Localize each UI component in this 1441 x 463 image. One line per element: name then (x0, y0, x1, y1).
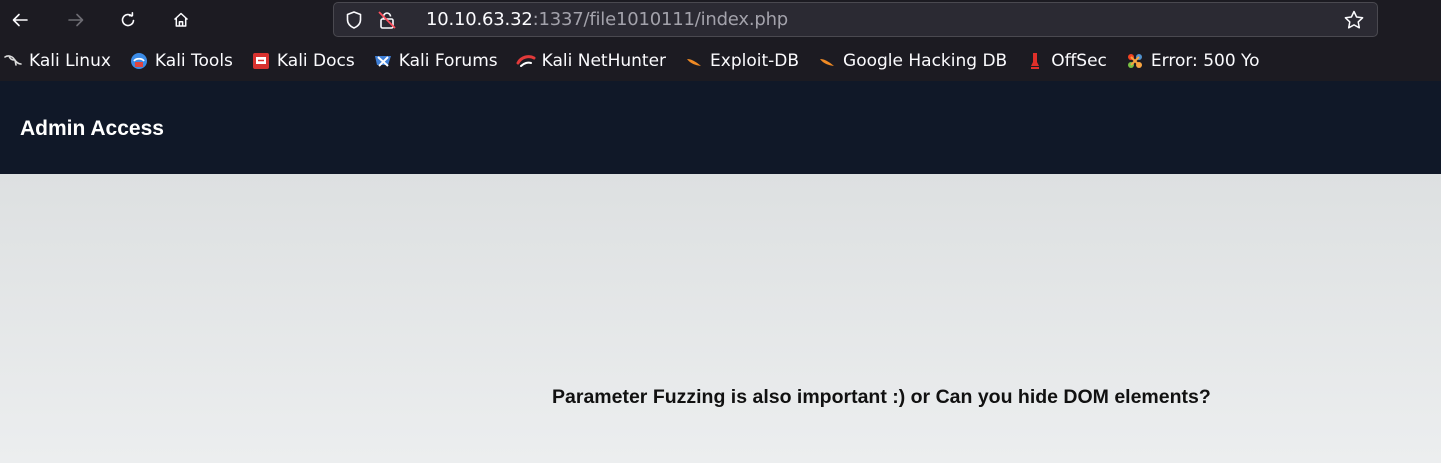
reload-button[interactable] (112, 4, 144, 36)
bookmark-kali-nethunter[interactable]: Kali NetHunter (516, 40, 666, 81)
shield-icon[interactable] (344, 10, 364, 30)
bookmark-label: Kali Docs (276, 50, 355, 71)
star-icon[interactable] (1343, 9, 1365, 31)
bookmark-error-500[interactable]: Error: 500 Yo (1125, 40, 1260, 81)
bookmark-kali-docs[interactable]: Kali Docs (251, 40, 355, 81)
joomla-icon (1125, 51, 1145, 71)
kali-docs-icon (251, 51, 271, 71)
page-title: Admin Access (20, 117, 164, 140)
hint-text: Parameter Fuzzing is also important :) o… (552, 386, 1211, 408)
bookmark-label: OffSec (1051, 50, 1107, 71)
kali-tools-icon (129, 51, 149, 71)
bookmark-label: Error: 500 Yo (1150, 50, 1260, 71)
bookmark-label: Exploit-DB (710, 50, 800, 71)
bookmark-kali-tools[interactable]: Kali Tools (129, 40, 233, 81)
main-content: Parameter Fuzzing is also important :) o… (0, 174, 1441, 463)
back-button[interactable] (4, 4, 36, 36)
bookmark-label: Kali Linux (29, 50, 111, 71)
address-bar[interactable]: 10.10.63.32:1337/file1010111/index.php (333, 2, 1378, 37)
forward-button[interactable] (60, 4, 92, 36)
site-header: Admin Access (0, 81, 1441, 174)
exploit-db-icon (684, 51, 704, 71)
bookmark-google-hacking-db[interactable]: Google Hacking DB (817, 40, 1007, 81)
bookmark-label: Kali Forums (398, 50, 498, 71)
lock-icon[interactable] (377, 10, 397, 30)
url-path: :1337/file1010111/index.php (532, 9, 789, 30)
bookmark-label: Google Hacking DB (843, 50, 1008, 71)
url-host: 10.10.63.32 (426, 9, 533, 30)
home-button[interactable] (165, 4, 197, 36)
bookmark-kali-linux[interactable]: Kali Linux (3, 40, 111, 81)
ghdb-icon (817, 51, 837, 71)
bookmark-kali-forums[interactable]: Kali Forums (373, 40, 498, 81)
url-text[interactable]: 10.10.63.32:1337/file1010111/index.php (426, 3, 788, 36)
browser-toolbar: 10.10.63.32:1337/file1010111/index.php (0, 0, 1441, 40)
bookmarks-toolbar: Kali Linux Kali Tools Kali Docs Kali For… (0, 40, 1441, 81)
bookmark-label: Kali NetHunter (541, 50, 667, 71)
kali-forums-icon (373, 51, 393, 71)
bookmark-label: Kali Tools (154, 50, 233, 71)
home-icon (173, 12, 189, 27)
forward-icon (68, 13, 84, 27)
kali-dragon-icon (3, 51, 23, 71)
back-icon (12, 13, 28, 27)
bookmark-exploit-db[interactable]: Exploit-DB (684, 40, 799, 81)
reload-icon (121, 12, 135, 27)
kali-nethunter-icon (516, 51, 536, 71)
offsec-icon (1025, 51, 1045, 71)
bookmark-offsec[interactable]: OffSec (1025, 40, 1107, 81)
